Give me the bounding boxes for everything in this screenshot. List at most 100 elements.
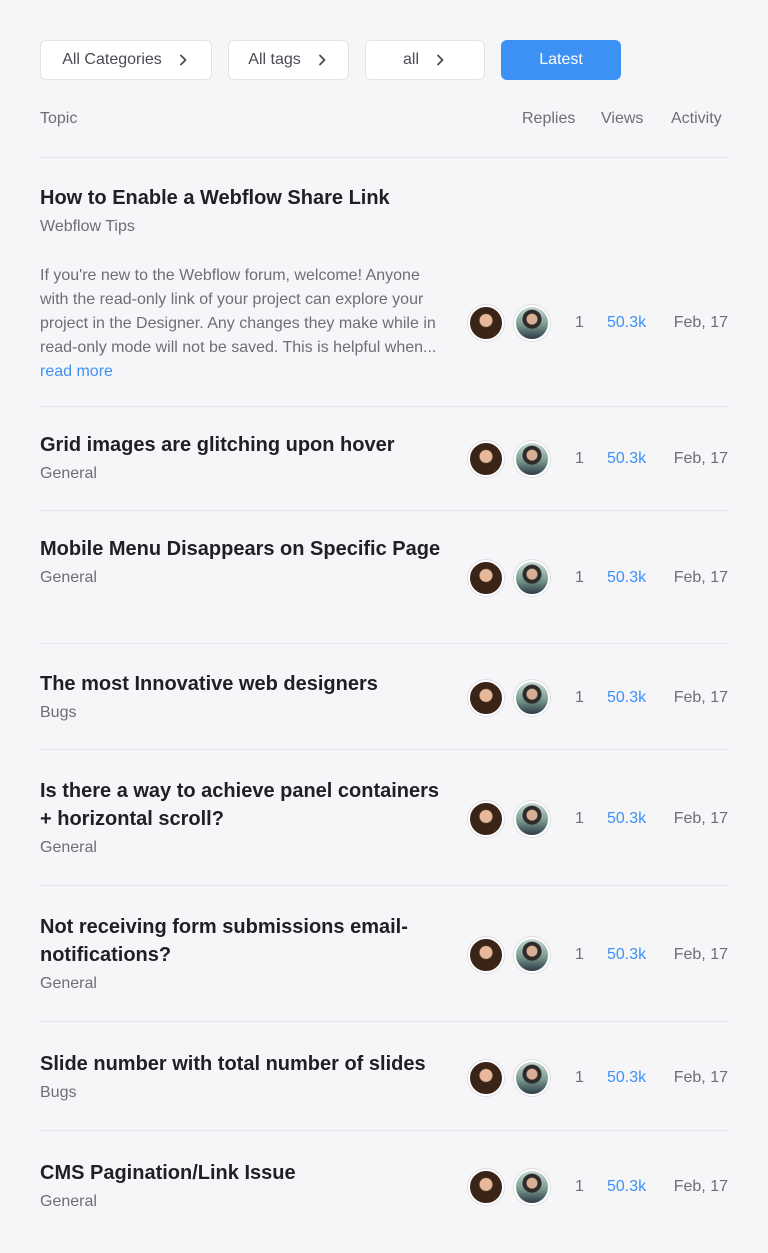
activity-date: Feb, 17 [673,1178,728,1195]
participant-avatars [468,936,560,974]
topic-main: The most Innovative web designers Bugs [40,670,450,724]
views-count: 50.3k [607,569,647,586]
avatar[interactable] [468,801,504,837]
column-header-views[interactable]: Views [601,110,643,128]
topic-category[interactable]: General [40,973,450,995]
avatar[interactable] [468,937,504,973]
avatar[interactable] [468,680,504,716]
topic-category[interactable]: General [40,463,450,485]
activity-date: Feb, 17 [673,810,728,827]
activity-date: Feb, 17 [673,946,728,963]
topic-excerpt: If you're new to the Webflow forum, welc… [40,264,450,384]
replies-count: 1 [575,1178,584,1195]
chevron-right-icon [433,53,447,67]
topic-excerpt-text: If you're new to the Webflow forum, welc… [40,267,437,356]
replies-count: 1 [575,569,584,586]
topic-title[interactable]: How to Enable a Webflow Share Link [40,184,450,212]
views-count: 50.3k [607,1069,647,1086]
avatar[interactable] [514,1169,550,1205]
avatar[interactable] [468,441,504,477]
topic-row[interactable]: How to Enable a Webflow Share Link Webfl… [40,158,728,407]
participant-avatars [468,559,560,597]
participant-avatars [468,1059,560,1097]
views-count: 50.3k [607,1178,647,1195]
avatar[interactable] [468,1169,504,1205]
topic-row[interactable]: Slide number with total number of slides… [40,1022,728,1131]
topic-list-page: All Categories All tags all Latest Topic… [0,0,768,1253]
activity-date: Feb, 17 [673,689,728,706]
column-header-replies[interactable]: Replies [522,110,575,128]
views-count: 50.3k [607,450,647,467]
views-count: 50.3k [607,810,647,827]
topic-row[interactable]: Is there a way to achieve panel containe… [40,750,728,886]
column-header-activity[interactable]: Activity [671,110,722,128]
topic-title[interactable]: Mobile Menu Disappears on Specific Page [40,535,450,563]
categories-filter-button[interactable]: All Categories [40,40,212,80]
topic-main: Not receiving form submissions email-not… [40,913,450,995]
table-header: Topic Replies Views Activity [40,80,728,158]
avatar[interactable] [514,801,550,837]
avatar[interactable] [514,305,550,341]
participant-avatars [468,304,560,342]
replies-count: 1 [575,689,584,706]
status-filter-button[interactable]: all [365,40,485,80]
topic-row[interactable]: Not receiving form submissions email-not… [40,886,728,1022]
topic-row[interactable]: The most Innovative web designers Bugs 1… [40,644,728,750]
avatar[interactable] [468,305,504,341]
topic-category[interactable]: General [40,1191,450,1213]
avatar[interactable] [514,1060,550,1096]
topic-main: Slide number with total number of slides… [40,1050,450,1104]
topic-title[interactable]: Grid images are glitching upon hover [40,431,450,459]
chevron-right-icon [176,53,190,67]
status-filter-label: all [402,51,419,68]
tags-filter-label: All tags [248,51,301,68]
topic-title[interactable]: Is there a way to achieve panel containe… [40,777,450,833]
read-more-link[interactable]: read more [40,363,113,380]
replies-count: 1 [575,1069,584,1086]
views-count: 50.3k [607,689,647,706]
topic-category[interactable]: Bugs [40,702,450,724]
topic-title[interactable]: The most Innovative web designers [40,670,450,698]
chevron-right-icon [315,53,329,67]
topic-category[interactable]: Bugs [40,1082,450,1104]
column-header-topic[interactable]: Topic [40,110,77,128]
replies-count: 1 [575,314,584,331]
participant-avatars [468,1168,560,1206]
participant-avatars [468,679,560,717]
topic-title[interactable]: Slide number with total number of slides [40,1050,450,1078]
topic-main: Grid images are glitching upon hover Gen… [40,431,450,485]
views-count: 50.3k [607,314,647,331]
avatar[interactable] [514,680,550,716]
views-count: 50.3k [607,946,647,963]
participant-avatars [468,440,560,478]
activity-date: Feb, 17 [673,1069,728,1086]
categories-filter-label: All Categories [62,51,162,68]
replies-count: 1 [575,450,584,467]
filter-bar: All Categories All tags all Latest [40,40,728,80]
topic-row[interactable]: Grid images are glitching upon hover Gen… [40,407,728,511]
topic-category[interactable]: Webflow Tips [40,216,450,238]
activity-date: Feb, 17 [673,569,728,586]
avatar[interactable] [514,560,550,596]
activity-date: Feb, 17 [673,314,728,331]
topic-title[interactable]: Not receiving form submissions email-not… [40,913,450,969]
avatar[interactable] [514,441,550,477]
topic-main: Mobile Menu Disappears on Specific Page … [40,535,450,589]
topic-row[interactable]: CMS Pagination/Link Issue General 1 50.3… [40,1131,728,1241]
topic-category[interactable]: General [40,837,450,859]
avatar[interactable] [468,1060,504,1096]
topic-main: Is there a way to achieve panel containe… [40,777,450,859]
replies-count: 1 [575,946,584,963]
activity-date: Feb, 17 [673,450,728,467]
avatar[interactable] [468,560,504,596]
topic-main: CMS Pagination/Link Issue General [40,1159,450,1213]
participant-avatars [468,800,560,838]
topic-category[interactable]: General [40,567,450,589]
replies-count: 1 [575,810,584,827]
avatar[interactable] [514,937,550,973]
topic-row[interactable]: Mobile Menu Disappears on Specific Page … [40,511,728,644]
topic-title[interactable]: CMS Pagination/Link Issue [40,1159,450,1187]
topic-main: How to Enable a Webflow Share Link Webfl… [40,184,450,384]
latest-sort-button[interactable]: Latest [501,40,621,80]
tags-filter-button[interactable]: All tags [228,40,349,80]
